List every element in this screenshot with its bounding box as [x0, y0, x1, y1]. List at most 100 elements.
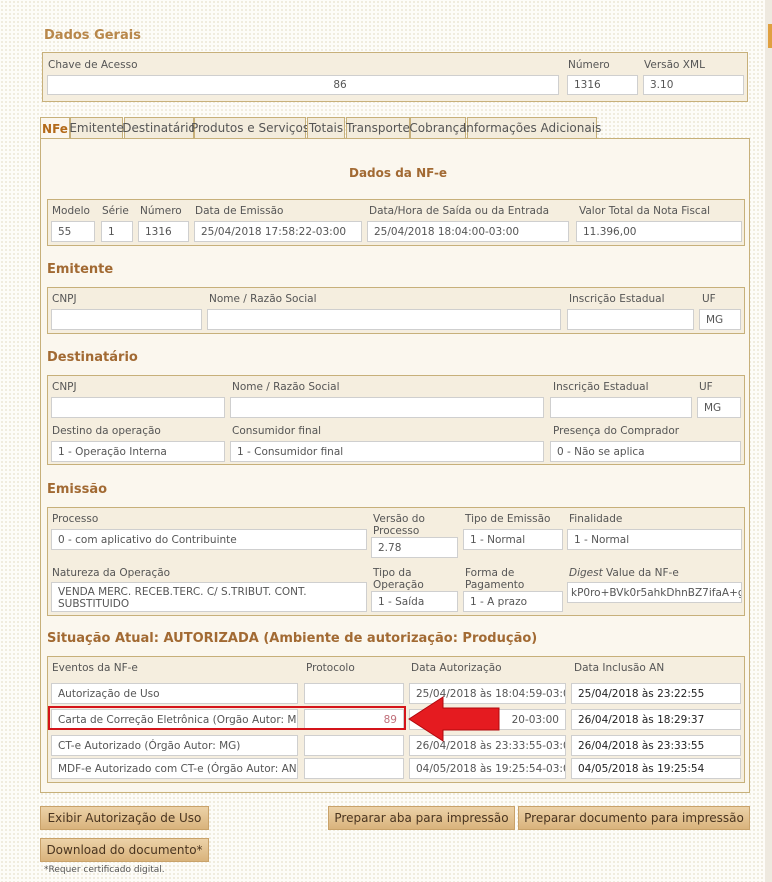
tipo-operacao-label-1: Tipo da: [373, 567, 412, 579]
tab-totais[interactable]: Totais: [307, 117, 345, 138]
natureza-line-2: SUBSTITUIDO: [58, 598, 130, 610]
evento-field[interactable]: Autorização de Uso: [51, 683, 298, 704]
emitente-nome-field[interactable]: [207, 309, 561, 330]
natureza-operacao-field[interactable]: VENDA MERC. RECEB.TERC. C/ S.TRIBUT. CON…: [51, 582, 367, 612]
data-emissao-label: Data de Emissão: [195, 205, 284, 217]
data-saida-label: Data/Hora de Saída ou da Entrada: [369, 205, 550, 217]
presenca-comprador-label: Presença do Comprador: [553, 425, 680, 437]
scrollbar[interactable]: [765, 0, 772, 882]
digest-label-rest: Value da NF-e: [602, 567, 679, 579]
emitente-nome-label: Nome / Razão Social: [209, 293, 317, 305]
tipo-operacao-field[interactable]: 1 - Saída: [371, 591, 458, 612]
consumidor-final-label: Consumidor final: [232, 425, 322, 437]
valor-total-field[interactable]: 11.396,00: [576, 221, 742, 242]
natureza-operacao-label: Natureza da Operação: [52, 567, 171, 579]
destinatario-nome-label: Nome / Razão Social: [232, 381, 340, 393]
dados-gerais-title: Dados Gerais: [44, 28, 141, 43]
destino-operacao-field[interactable]: 1 - Operação Interna: [51, 441, 225, 462]
col-protocolo-label: Protocolo: [306, 662, 355, 674]
col-eventos-label: Eventos da NF-e: [52, 662, 138, 674]
emissao-title: Emissão: [47, 482, 108, 497]
processo-field[interactable]: 0 - com aplicativo do Contribuinte: [51, 529, 367, 550]
preparar-documento-button[interactable]: Preparar documento para impressão: [518, 806, 750, 830]
nfe-title: Dados da NF-e: [349, 166, 448, 180]
tipo-operacao-label-2: Operação: [373, 579, 424, 591]
tab-destinatario[interactable]: Destinatário: [122, 117, 196, 138]
tab-produtos-servicos[interactable]: Produtos e Serviços: [191, 117, 309, 138]
tab-informacoes-adicionais[interactable]: Informações Adicionais: [463, 117, 601, 138]
dados-gerais-box: Chave de Acesso 86 Número 1316 Versão XM…: [42, 52, 748, 102]
emitente-ie-field[interactable]: [567, 309, 694, 330]
destinatario-uf-field[interactable]: MG: [697, 397, 741, 418]
natureza-line-1: VENDA MERC. RECEB.TERC. C/ S.TRIBUT. CON…: [58, 586, 307, 598]
tab-transporte[interactable]: Transporte: [346, 117, 410, 138]
data-inclusao-field[interactable]: 25/04/2018 às 23:22:55: [571, 683, 741, 704]
destinatario-nome-field[interactable]: [230, 397, 544, 418]
emitente-uf-field[interactable]: MG: [699, 309, 741, 330]
destinatario-uf-label: UF: [699, 381, 713, 393]
nfe-numero-field[interactable]: 1316: [138, 221, 189, 242]
versao-processo-field[interactable]: 2.78: [371, 537, 458, 558]
exibir-autorizacao-button[interactable]: Exibir Autorização de Uso: [40, 806, 209, 830]
data-inclusao-field[interactable]: 26/04/2018 às 18:29:37: [571, 709, 741, 730]
chave-label: Chave de Acesso: [48, 59, 138, 71]
serie-label: Série: [102, 205, 129, 217]
emitente-cnpj-field[interactable]: [51, 309, 202, 330]
download-documento-button[interactable]: Download do documento*: [40, 838, 209, 862]
tipo-emissao-label: Tipo de Emissão: [465, 513, 551, 525]
data-inclusao-field[interactable]: 26/04/2018 às 23:33:55: [571, 735, 741, 756]
consumidor-final-field[interactable]: 1 - Consumidor final: [230, 441, 544, 462]
situacao-title: Situação Atual: AUTORIZADA (Ambiente de …: [47, 631, 538, 646]
emissao-box: Processo 0 - com aplicativo do Contribui…: [47, 507, 745, 616]
evento-field[interactable]: MDF-e Autorizado com CT-e (Órgão Autor: …: [51, 758, 298, 779]
destinatario-cnpj-field[interactable]: [51, 397, 225, 418]
data-inclusao-field[interactable]: 04/05/2018 às 19:25:54: [571, 758, 741, 779]
tab-nfe[interactable]: NFe: [40, 117, 70, 139]
processo-label: Processo: [52, 513, 99, 525]
chave-field[interactable]: 86: [47, 75, 559, 95]
emitente-title: Emitente: [47, 262, 114, 277]
finalidade-field[interactable]: 1 - Normal: [567, 529, 742, 550]
numero-field[interactable]: 1316: [567, 75, 638, 95]
forma-pagamento-field[interactable]: 1 - A prazo: [463, 591, 563, 612]
digest-value-label: Digest Value da NF-e: [569, 567, 679, 579]
finalidade-label: Finalidade: [569, 513, 623, 525]
emitente-ie-label: Inscrição Estadual: [569, 293, 665, 305]
versao-label: Versão XML: [644, 59, 705, 71]
protocolo-field[interactable]: [304, 758, 404, 779]
data-autorizacao-field[interactable]: 04/05/2018 às 19:25:54-03:00: [409, 758, 566, 779]
protocolo-field[interactable]: [304, 683, 404, 704]
evento-field[interactable]: CT-e Autorizado (Órgão Autor: MG): [51, 735, 298, 756]
destinatario-ie-label: Inscrição Estadual: [553, 381, 649, 393]
emitente-uf-label: UF: [702, 293, 716, 305]
tab-emitente[interactable]: Emitente: [69, 117, 124, 138]
tipo-emissao-field[interactable]: 1 - Normal: [463, 529, 563, 550]
destino-operacao-label: Destino da operação: [52, 425, 161, 437]
modelo-field[interactable]: 55: [51, 221, 95, 242]
emitente-cnpj-label: CNPJ: [52, 293, 77, 305]
red-arrow-icon: [408, 696, 500, 742]
data-emissao-field[interactable]: 25/04/2018 17:58:22-03:00: [194, 221, 362, 242]
col-data-inclusao-label: Data Inclusão AN: [574, 662, 665, 674]
digest-value-field[interactable]: kP0ro+BVk0r5ahkDhnBZ7ifaA+g=: [567, 582, 742, 603]
nfe-numero-label: Número: [140, 205, 182, 217]
forma-pagamento-label-1: Forma de: [465, 567, 515, 579]
col-data-autorizacao-label: Data Autorização: [411, 662, 502, 674]
numero-label: Número: [568, 59, 610, 71]
protocolo-field[interactable]: [304, 735, 404, 756]
destinatario-box: CNPJ Nome / Razão Social Inscrição Estad…: [47, 375, 745, 465]
versao-processo-label-2: Processo: [373, 525, 420, 537]
tab-cobranca[interactable]: Cobrança: [409, 117, 467, 138]
data-saida-field[interactable]: 25/04/2018 18:04:00-03:00: [367, 221, 569, 242]
forma-pagamento-label-2: Pagamento: [465, 579, 525, 591]
destinatario-title: Destinatário: [47, 350, 138, 365]
preparar-aba-button[interactable]: Preparar aba para impressão: [328, 806, 515, 830]
versao-field[interactable]: 3.10: [643, 75, 744, 95]
valor-total-label: Valor Total da Nota Fiscal: [579, 205, 711, 217]
highlight-box: [48, 706, 406, 730]
digest-label-em: Digest: [569, 567, 603, 579]
presenca-comprador-field[interactable]: 0 - Não se aplica: [550, 441, 741, 462]
nfe-data-box: Modelo 55 Série 1 Número 1316 Data de Em…: [47, 199, 745, 246]
serie-field[interactable]: 1: [101, 221, 133, 242]
destinatario-ie-field[interactable]: [550, 397, 692, 418]
